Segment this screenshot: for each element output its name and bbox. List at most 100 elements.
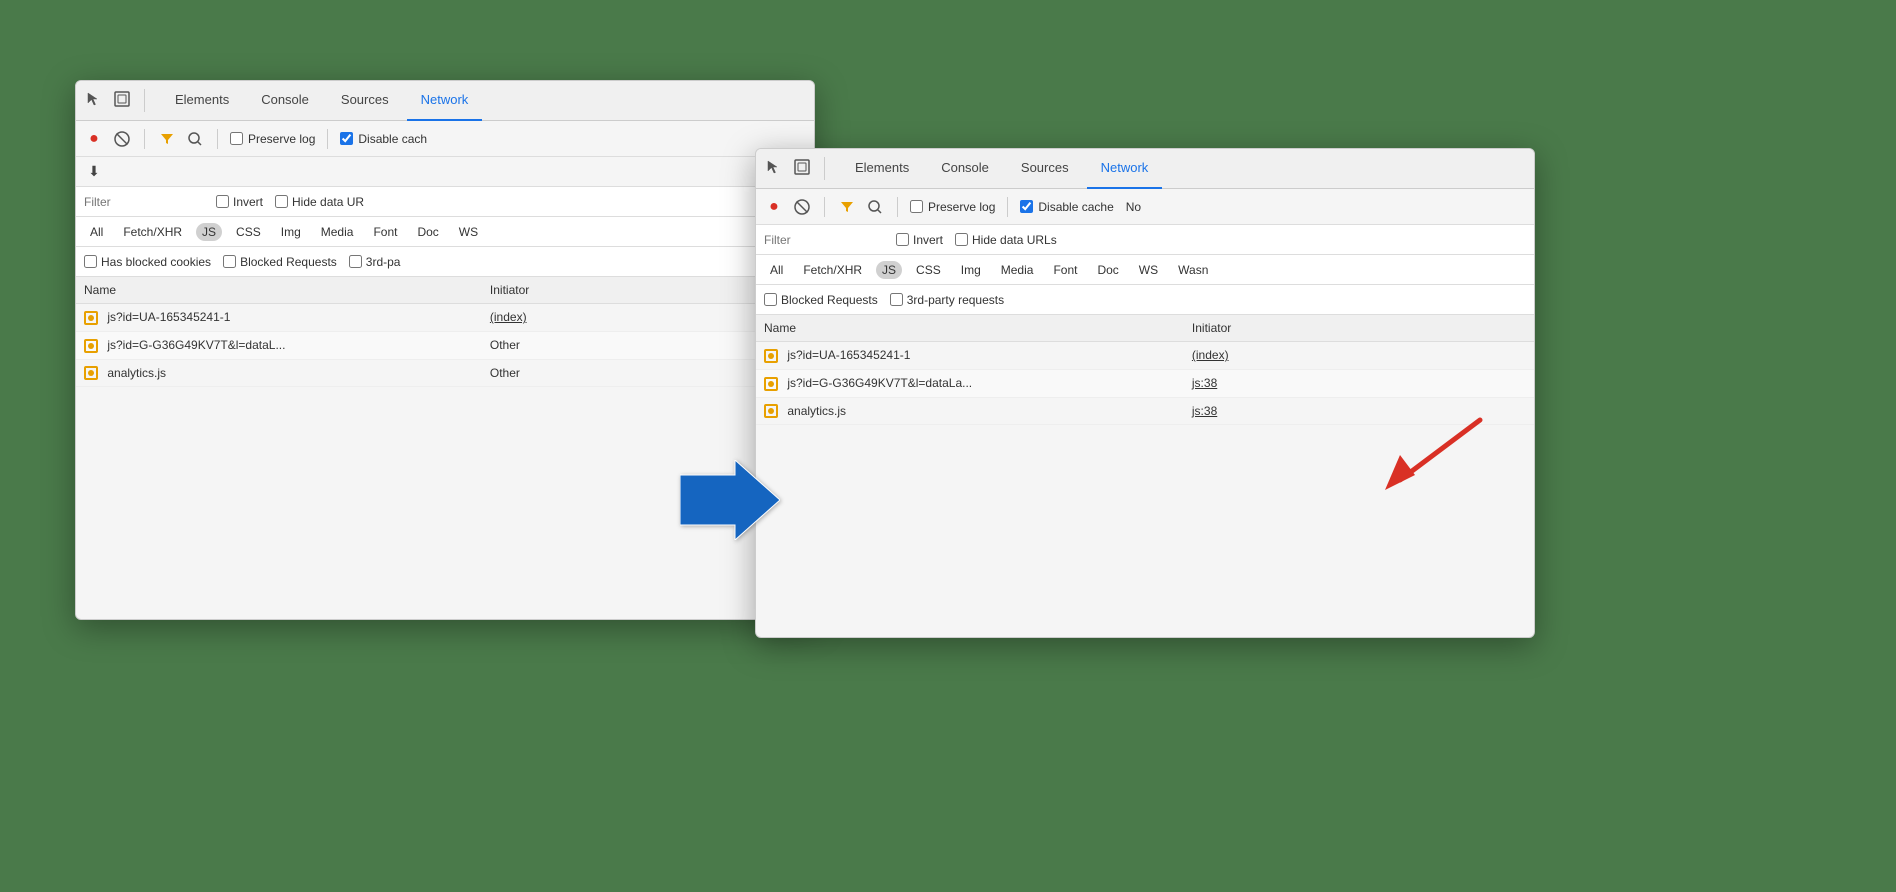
inspect-icon[interactable] (112, 89, 132, 112)
search-button-2[interactable] (865, 197, 885, 217)
invert-checkbox[interactable]: Invert (216, 195, 263, 209)
tab-icons-2 (764, 157, 825, 180)
type-doc-2[interactable]: Doc (1091, 261, 1124, 279)
row-name: js?id=UA-165345241-1 (756, 342, 1184, 370)
toolbar-sep-5 (897, 197, 898, 217)
tab-bar-1: Elements Console Sources Network (76, 81, 814, 121)
cursor-icon[interactable] (84, 89, 104, 112)
filter-row-1: Invert Hide data UR (76, 187, 814, 217)
toolbar-sep-4 (824, 197, 825, 217)
row-name: js?id=G-G36G49KV7T&l=dataL... (76, 331, 482, 359)
record-button[interactable]: ● (84, 129, 104, 149)
table-row[interactable]: js?id=G-G36G49KV7T&l=dataLa... js:38 (756, 369, 1534, 397)
blocked-requests-checkbox[interactable]: Blocked Requests (223, 255, 337, 269)
file-icon (764, 404, 778, 418)
file-icon (764, 377, 778, 391)
invert-checkbox-2[interactable]: Invert (896, 233, 943, 247)
hide-data-urls-checkbox[interactable]: Hide data UR (275, 195, 364, 209)
stop-button[interactable] (112, 129, 132, 149)
tab-network-2[interactable]: Network (1087, 149, 1163, 189)
no-throttle-label: No (1126, 200, 1141, 214)
table-row[interactable]: js?id=UA-165345241-1 (index) (756, 342, 1534, 370)
filter-button-2[interactable] (837, 197, 857, 217)
disable-cache-checkbox[interactable]: Disable cach (340, 132, 427, 146)
tab-icons-1 (84, 89, 145, 112)
type-js[interactable]: JS (196, 223, 222, 241)
col-header-name-1: Name (76, 277, 482, 304)
row-name: analytics.js (756, 397, 1184, 425)
blocked-cookies-checkbox[interactable]: Has blocked cookies (84, 255, 211, 269)
extra-filters-row-2: Blocked Requests 3rd-party requests (756, 285, 1534, 315)
tab-sources-2[interactable]: Sources (1007, 149, 1083, 189)
disable-cache-checkbox-2[interactable]: Disable cache (1020, 200, 1113, 214)
tab-console-2[interactable]: Console (927, 149, 1003, 189)
toolbar-1: ● Preserve log Disable cach (76, 121, 814, 157)
file-icon (84, 339, 98, 353)
devtools-window-2: Elements Console Sources Network ● (755, 148, 1535, 638)
toolbar-sep-1 (144, 129, 145, 149)
tab-console-1[interactable]: Console (247, 81, 323, 121)
row-name: js?id=G-G36G49KV7T&l=dataLa... (756, 369, 1184, 397)
type-css[interactable]: CSS (230, 223, 267, 241)
type-js-2[interactable]: JS (876, 261, 902, 279)
col-header-initiator-2: Initiator (1184, 315, 1534, 342)
preserve-log-checkbox-2[interactable]: Preserve log (910, 200, 995, 214)
red-arrow-annotation (1370, 410, 1490, 515)
requests-table-container-1: Name Initiator js?id=UA-165345241-1 (ind… (76, 277, 814, 387)
file-icon (764, 349, 778, 363)
record-button-2[interactable]: ● (764, 197, 784, 217)
type-media[interactable]: Media (315, 223, 360, 241)
stop-button-2[interactable] (792, 197, 812, 217)
type-ws-2[interactable]: WS (1133, 261, 1164, 279)
toolbar-sep-2 (217, 129, 218, 149)
tab-bar-2: Elements Console Sources Network (756, 149, 1534, 189)
requests-table-container-2: Name Initiator js?id=UA-165345241-1 (ind… (756, 315, 1534, 425)
tab-sources-1[interactable]: Sources (327, 81, 403, 121)
type-filter-row-1: All Fetch/XHR JS CSS Img Media Font Doc … (76, 217, 814, 247)
type-wasn-2[interactable]: Wasn (1172, 261, 1214, 279)
type-media-2[interactable]: Media (995, 261, 1040, 279)
download-icon[interactable]: ⬇ (84, 162, 104, 182)
inspect-icon-2[interactable] (792, 157, 812, 180)
type-css-2[interactable]: CSS (910, 261, 947, 279)
tab-elements-2[interactable]: Elements (841, 149, 923, 189)
type-fetch-xhr-2[interactable]: Fetch/XHR (797, 261, 868, 279)
download-row: ⬇ (76, 157, 814, 187)
hide-data-urls-checkbox-2[interactable]: Hide data URLs (955, 233, 1057, 247)
table-row[interactable]: js?id=UA-165345241-1 (index) (76, 304, 814, 332)
row-name: analytics.js (76, 359, 482, 387)
preserve-log-checkbox[interactable]: Preserve log (230, 132, 315, 146)
extra-filters-row-1: Has blocked cookies Blocked Requests 3rd… (76, 247, 814, 277)
type-font[interactable]: Font (367, 223, 403, 241)
search-button[interactable] (185, 129, 205, 149)
file-icon (84, 366, 98, 380)
row-initiator: js:38 (1184, 369, 1534, 397)
blue-arrow (680, 460, 780, 545)
type-filter-row-2: All Fetch/XHR JS CSS Img Media Font Doc … (756, 255, 1534, 285)
requests-table-2: Name Initiator js?id=UA-165345241-1 (ind… (756, 315, 1534, 425)
blocked-requests-checkbox-2[interactable]: Blocked Requests (764, 293, 878, 307)
tab-network-1[interactable]: Network (407, 81, 483, 121)
col-header-name-2: Name (756, 315, 1184, 342)
filter-button[interactable] (157, 129, 177, 149)
tab-elements-1[interactable]: Elements (161, 81, 243, 121)
type-all-2[interactable]: All (764, 261, 789, 279)
third-party-checkbox-2[interactable]: 3rd-party requests (890, 293, 1004, 307)
filter-input-1[interactable] (84, 195, 204, 209)
type-img-2[interactable]: Img (955, 261, 987, 279)
toolbar-sep-6 (1007, 197, 1008, 217)
type-ws[interactable]: WS (453, 223, 484, 241)
type-fetch-xhr[interactable]: Fetch/XHR (117, 223, 188, 241)
file-icon (84, 311, 98, 325)
toolbar-sep-3 (327, 129, 328, 149)
type-font-2[interactable]: Font (1047, 261, 1083, 279)
table-row[interactable]: analytics.js Other (76, 359, 814, 387)
type-all[interactable]: All (84, 223, 109, 241)
type-doc[interactable]: Doc (411, 223, 444, 241)
row-name: js?id=UA-165345241-1 (76, 304, 482, 332)
filter-input-2[interactable] (764, 233, 884, 247)
table-row[interactable]: js?id=G-G36G49KV7T&l=dataL... Other (76, 331, 814, 359)
cursor-icon-2[interactable] (764, 157, 784, 180)
type-img[interactable]: Img (275, 223, 307, 241)
third-party-checkbox[interactable]: 3rd-pa (349, 255, 401, 269)
